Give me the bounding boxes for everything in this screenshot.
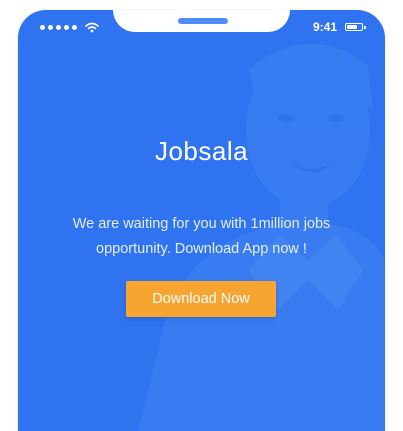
status-bar-right: 9:41 [312,19,366,35]
app-title: Jobsala [154,136,249,166]
status-time: 9:41 [312,20,337,34]
battery-icon [345,23,366,31]
download-now-button[interactable]: Download Now [126,281,276,317]
phone-frame: 9:41 Jobsala We are waiting for you with… [18,10,385,431]
speaker-icon [178,18,228,24]
battery-level [347,25,357,29]
app-subtitle: We are waiting for you with 1million job… [72,216,331,257]
signal-dots-icon [40,24,77,30]
wifi-icon [85,22,99,32]
status-bar-left [40,20,99,34]
